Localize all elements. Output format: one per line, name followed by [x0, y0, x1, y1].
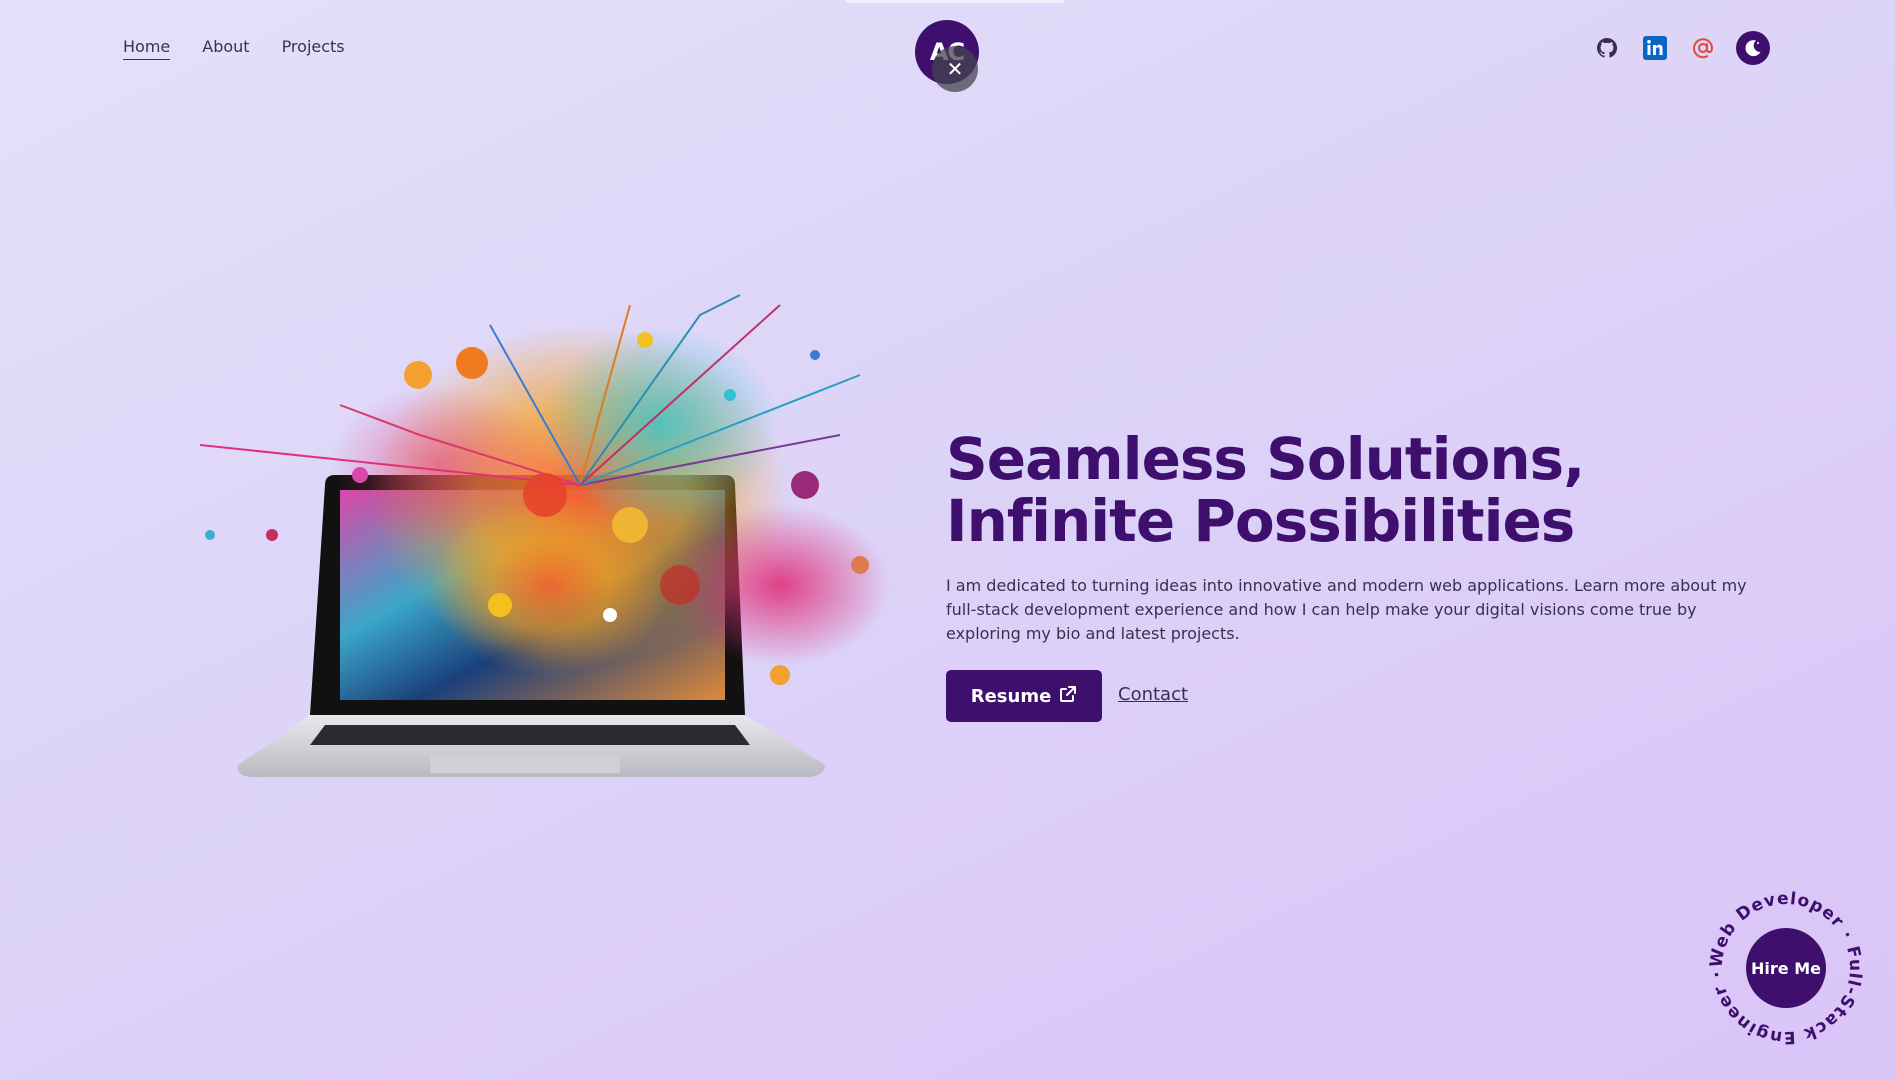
hero-description: I am dedicated to turning ideas into inn… [946, 576, 1747, 643]
hero-title: Seamless Solutions, Infinite Possibiliti… [946, 428, 1806, 552]
hire-me-badge[interactable]: Web Developer · Full-Stack Engineer · Hi… [1706, 888, 1866, 1048]
contact-link[interactable]: Contact [1118, 684, 1188, 705]
hire-me-button[interactable]: Hire Me [1746, 928, 1826, 1008]
external-link-icon [1059, 685, 1077, 708]
github-icon[interactable] [1592, 33, 1622, 63]
resume-button[interactable]: Resume [946, 670, 1102, 722]
email-at-icon[interactable] [1688, 33, 1718, 63]
window-top-hint [845, 0, 1065, 3]
hero-title-line2: Infinite Possibilities [946, 487, 1575, 555]
main-nav: Home About Projects [123, 37, 345, 60]
nav-link-about[interactable]: About [202, 37, 249, 60]
nav-link-projects[interactable]: Projects [282, 37, 345, 60]
linkedin-icon[interactable] [1640, 33, 1670, 63]
nav-link-home[interactable]: Home [123, 37, 171, 60]
social-links [1592, 31, 1770, 65]
laptop-splash-illustration [160, 285, 920, 805]
resume-button-label: Resume [970, 685, 1052, 707]
close-icon[interactable]: ✕ [932, 46, 978, 92]
moon-icon[interactable] [1736, 31, 1770, 65]
hero-title-line1: Seamless Solutions, [946, 425, 1585, 493]
